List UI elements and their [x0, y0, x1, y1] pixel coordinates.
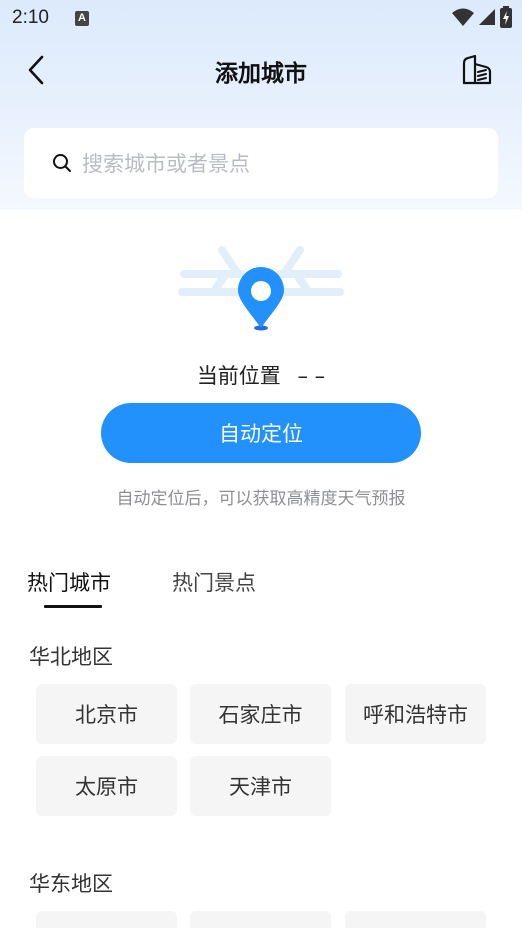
city-manage-button[interactable]: [460, 52, 494, 88]
city-chip[interactable]: 北京市: [36, 684, 177, 744]
wifi-icon: [452, 8, 474, 26]
city-chip[interactable]: 呼和浩特市: [345, 684, 486, 744]
locate-hint: 自动定位后，可以获取高精度天气预报: [116, 489, 406, 509]
current-location-label: 当前位置: [196, 364, 281, 388]
region-title-east: 华东地区: [29, 872, 113, 896]
tab-hot-cities[interactable]: 热门城市: [27, 567, 111, 597]
status-icons: [452, 6, 512, 28]
city-chip[interactable]: 天津市: [190, 756, 331, 816]
region-title-north: 华北地区: [29, 645, 113, 669]
city-chip[interactable]: [190, 911, 331, 928]
city-chip[interactable]: [345, 911, 486, 928]
building-icon: [462, 54, 492, 85]
auto-locate-button[interactable]: 自动定位: [101, 403, 421, 463]
tab-active-indicator: [44, 605, 102, 608]
location-pin-illustration: [178, 246, 344, 331]
page-title: 添加城市: [215, 61, 307, 87]
notification-icon: A: [74, 10, 89, 26]
nav-bar: 添加城市: [0, 44, 522, 96]
search-placeholder: 搜索城市或者景点: [82, 152, 250, 176]
tab-hot-spots[interactable]: 热门景点: [172, 567, 256, 597]
battery-icon: [500, 6, 512, 28]
city-chip[interactable]: [36, 911, 177, 928]
signal-icon: [479, 9, 495, 25]
status-bar: 2:10 A: [0, 0, 522, 36]
current-location-value: – –: [297, 364, 326, 388]
status-time: 2:10: [12, 7, 49, 28]
current-location: 当前位置 – –: [0, 360, 522, 390]
city-chip[interactable]: 石家庄市: [190, 684, 331, 744]
city-chip[interactable]: 太原市: [36, 756, 177, 816]
search-input[interactable]: 搜索城市或者景点: [24, 128, 498, 198]
search-icon: [53, 154, 71, 172]
